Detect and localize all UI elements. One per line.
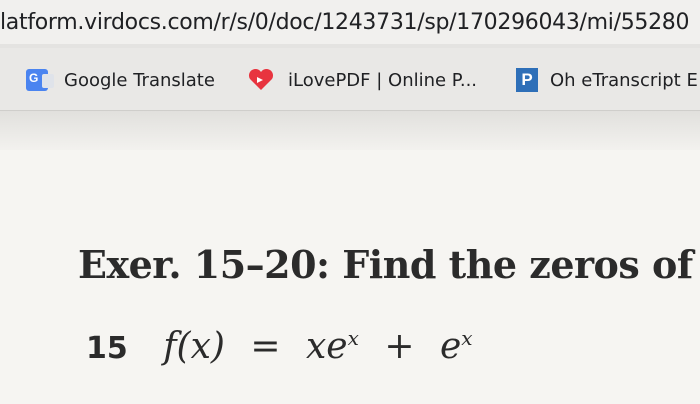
exercise-heading: Exer. 15–20: Find the zeros of	[78, 242, 693, 287]
exponent: x	[461, 326, 473, 350]
page-shadow	[0, 111, 700, 151]
heart-icon	[248, 69, 274, 90]
problem-number: 15	[86, 331, 128, 366]
p-icon: P	[516, 68, 538, 92]
bookmark-ilovepdf[interactable]: iLovePDF | Online P...	[248, 66, 477, 94]
address-bar[interactable]: latform.virdocs.com/r/s/0/doc/1243731/sp…	[0, 0, 700, 44]
bookmark-label: iLovePDF | Online P...	[288, 69, 478, 91]
bookmark-label: Oh eTranscript E	[550, 69, 698, 91]
equation-term2: ex	[439, 326, 473, 367]
document-page: Exer. 15–20: Find the zeros of 15 f(x) =…	[0, 150, 700, 404]
bookmark-google-translate[interactable]: G Google Translate	[26, 66, 215, 94]
bookmark-label: Google Translate	[64, 69, 215, 91]
problem-15: 15 f(x) = xex + ex	[86, 326, 473, 367]
plus-sign: +	[384, 326, 415, 367]
bookmark-etranscript[interactable]: P Oh eTranscript E	[516, 66, 698, 94]
equation-term1: xex	[306, 326, 359, 367]
exponent: x	[347, 326, 359, 350]
bookmarks-bar: G Google Translate iLovePDF | Online P..…	[0, 48, 700, 111]
equation-lhs: f(x)	[163, 326, 225, 367]
google-translate-icon: G	[26, 69, 54, 91]
url-text[interactable]: latform.virdocs.com/r/s/0/doc/1243731/sp…	[0, 10, 690, 35]
equals-sign: =	[250, 326, 281, 367]
